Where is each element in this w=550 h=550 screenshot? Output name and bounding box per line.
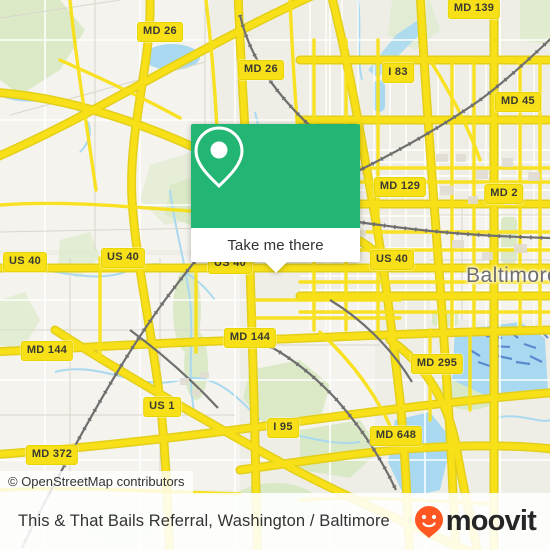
road-shield: I 83 [382, 63, 414, 83]
moovit-wordmark: moovit [445, 505, 537, 537]
popup-footer[interactable]: Take me there [191, 228, 360, 273]
moovit-brand[interactable]: moovit [414, 505, 537, 539]
road-shield: MD 372 [25, 445, 79, 465]
road-shield: MD 648 [369, 426, 423, 446]
moovit-pin-smile-icon [414, 505, 443, 538]
road-shield: MD 144 [223, 328, 277, 348]
page-title: This & That Bails Referral, Washington /… [18, 512, 390, 530]
road-shield: MD 45 [495, 92, 541, 112]
road-shield: MD 139 [447, 0, 501, 19]
map-canvas[interactable]: Baltimore MD 26 MD 26 MD 139 I 83 MD 45 MD 12… [0, 0, 550, 550]
road-shield: I 95 [267, 418, 299, 438]
road-shield: US 40 [369, 250, 415, 270]
road-shield: US 40 [100, 248, 146, 268]
road-shield: MD 26 [137, 22, 183, 42]
city-label-baltimore: Baltimore [466, 264, 550, 287]
road-shield: MD 129 [373, 177, 427, 197]
osm-attribution[interactable]: © OpenStreetMap contributors [0, 471, 193, 493]
road-shield: MD 295 [410, 354, 464, 374]
take-me-there-button[interactable]: Take me there [227, 237, 323, 254]
location-popup[interactable]: Take me there [191, 124, 360, 273]
road-shield: MD 144 [20, 341, 74, 361]
map-screen: Baltimore MD 26 MD 26 MD 139 I 83 MD 45 MD 12… [0, 0, 550, 550]
footer-bar: This & That Bails Referral, Washington /… [0, 493, 550, 550]
popup-body [191, 124, 360, 228]
popup-tail-pointer [263, 261, 288, 273]
road-shield: MD 26 [238, 60, 284, 80]
road-shield: US 40 [2, 252, 48, 272]
road-shield: US 1 [143, 397, 181, 417]
road-shield: MD 2 [484, 184, 524, 204]
map-pin-icon [194, 126, 244, 189]
